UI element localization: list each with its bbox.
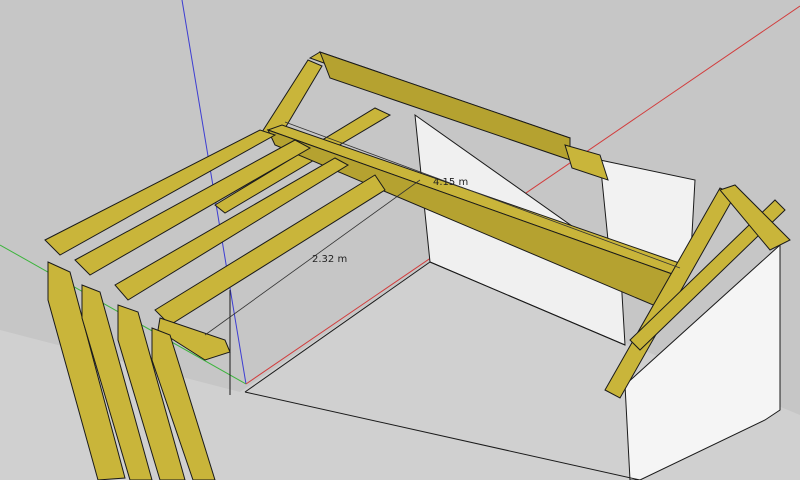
dimension-label-width: 2.32 m bbox=[312, 254, 347, 265]
dimension-label-length: 4.15 m bbox=[433, 177, 468, 188]
3d-viewport[interactable]: 4.15 m 2.32 m bbox=[0, 0, 800, 480]
